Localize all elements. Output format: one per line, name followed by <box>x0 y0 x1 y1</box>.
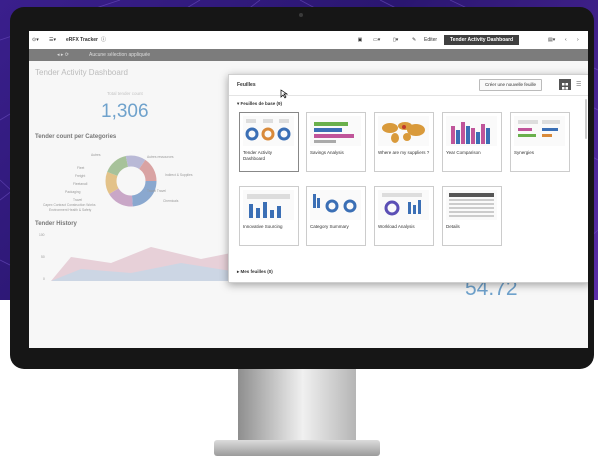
my-sheets-group-label: Mes feuilles (0) <box>240 269 273 274</box>
monitor-stand-neck <box>238 369 356 443</box>
nav-icon[interactable]: ⊙▾ <box>32 35 39 45</box>
story-icon[interactable]: ▭▾ <box>373 35 380 45</box>
category-label: Travel <box>73 198 83 202</box>
current-sheet-button[interactable]: Tender Activity Dashboard <box>444 35 520 45</box>
category-label: Environment Health & Safety <box>49 208 92 212</box>
category-label: Travel Travel <box>147 189 166 193</box>
sheet-label: Synergies <box>514 150 535 155</box>
sheets-panel: Feuilles Créer une nouvelle feuille ☰ ▾ … <box>228 74 588 283</box>
camera <box>299 13 303 17</box>
sheet-thumbnail[interactable]: Category Summary <box>306 186 366 246</box>
sheet-thumbnail[interactable]: Tender Activity Dashboard <box>239 112 299 172</box>
sheet-preview <box>243 190 294 220</box>
category-label: Capex Contract Construction Works <box>43 203 96 207</box>
category-label: Autres ressources <box>147 155 174 159</box>
sheet-thumbnail[interactable]: Innovative Sourcing <box>239 186 299 246</box>
app-title: eRFX Tracker <box>66 37 98 43</box>
sheet-label: Details <box>446 224 460 229</box>
screen: ⊙▾ ☰▾ eRFX Tracker ⓘ ▣ ▭▾ ▯▾ ✎ Editer Te… <box>29 31 588 348</box>
my-sheets-group[interactable]: ▸ Mes feuilles (0) <box>237 269 273 275</box>
sheet-label: Year Comparison <box>446 150 481 155</box>
donut-preview-icon <box>382 193 422 216</box>
sheets-panel-title: Feuilles <box>237 82 256 88</box>
category-label: Packaging <box>65 190 81 194</box>
donut-preview-icon <box>313 194 357 213</box>
table-preview-icon <box>449 193 494 217</box>
snapshot-icon[interactable]: ▣ <box>355 35 365 45</box>
base-sheets-group[interactable]: ▾ Feuilles de base (9) <box>237 101 282 107</box>
bookmark-icon[interactable]: ▯▾ <box>393 35 398 45</box>
history-section-title: Tender History <box>35 221 77 227</box>
kpi-label: Total tender count <box>107 91 143 96</box>
column-preview-icon <box>247 194 290 218</box>
history-ytick: 50 <box>41 255 45 259</box>
category-label: Indirect & Supplies <box>165 173 193 177</box>
sheet-thumbnail[interactable]: Details <box>442 186 502 246</box>
sheets-menu-icon[interactable]: ▤▾ <box>548 35 555 45</box>
column-preview-icon <box>451 122 490 144</box>
base-sheets-group-label: Feuilles de base (9) <box>240 101 283 106</box>
info-icon[interactable]: ⓘ <box>101 35 106 45</box>
pencil-icon[interactable]: ✎ <box>412 35 416 45</box>
bar-preview-icon <box>314 122 354 143</box>
grid-icon <box>562 83 568 90</box>
map-preview-icon <box>382 122 425 143</box>
sheet-preview <box>378 190 429 220</box>
category-label: Fleet <box>77 166 85 170</box>
sheet-thumbnail[interactable]: Year Comparison <box>442 112 502 172</box>
monitor-stand-base <box>214 440 380 456</box>
category-donut[interactable] <box>103 153 159 209</box>
bar-preview-icon <box>518 120 560 137</box>
sheet-preview <box>378 116 429 146</box>
category-label: Fleetanall <box>73 182 88 186</box>
sheet-preview <box>243 116 294 146</box>
category-label: Freight <box>75 174 86 178</box>
sheet-label: Tender Activity Dashboard <box>243 150 273 161</box>
new-sheet-button[interactable]: Créer une nouvelle feuille <box>479 79 543 91</box>
sheet-preview <box>446 116 497 146</box>
sheet-label: Category Summary <box>310 224 349 229</box>
next-sheet-icon[interactable]: › <box>577 35 579 45</box>
selection-tools-icon[interactable]: ◂ ▸ ⟳ <box>57 49 69 61</box>
menu-icon[interactable]: ☰▾ <box>49 35 56 45</box>
sheet-label: Savings Analysis <box>310 150 344 155</box>
mouse-cursor-icon <box>280 89 288 99</box>
sheet-preview <box>514 116 565 146</box>
donut-preview-icon <box>245 119 291 141</box>
monitor-bezel: ⊙▾ ☰▾ eRFX Tracker ⓘ ▣ ▭▾ ▯▾ ✎ Editer Te… <box>10 7 594 369</box>
sheet-preview <box>310 116 361 146</box>
sheet-thumbnail[interactable]: Workload Analysis <box>374 186 434 246</box>
sheet-label: Where are my suppliers ? <box>378 150 430 155</box>
history-ytick: 0 <box>43 277 45 281</box>
selection-bar: ◂ ▸ ⟳ Aucune sélection appliquée <box>29 49 588 61</box>
app-toolbar: ⊙▾ ☰▾ eRFX Tracker ⓘ ▣ ▭▾ ▯▾ ✎ Editer Te… <box>29 31 588 50</box>
prev-sheet-icon[interactable]: ‹ <box>565 35 567 45</box>
edit-label[interactable]: Editer <box>424 35 437 45</box>
sheet-preview <box>310 190 361 220</box>
dashboard-title: Tender Activity Dashboard <box>35 68 128 77</box>
grid-view-button[interactable] <box>559 79 571 90</box>
sheet-label: Innovative Sourcing <box>243 224 283 229</box>
sheet-thumbnail[interactable]: Where are my suppliers ? <box>374 112 434 172</box>
sheet-label: Workload Analysis <box>378 224 415 229</box>
list-view-icon[interactable]: ☰ <box>576 81 581 88</box>
history-ytick: 100 <box>39 233 45 237</box>
category-label: Autres <box>91 153 101 157</box>
kpi-value: 1,306 <box>101 101 149 122</box>
sheet-preview <box>446 190 497 220</box>
category-section-title: Tender count per Categories <box>35 134 117 140</box>
sheet-thumbnail[interactable]: Synergies <box>510 112 570 172</box>
scrollbar[interactable] <box>585 99 587 139</box>
selection-status: Aucune sélection appliquée <box>89 52 151 58</box>
category-label: Chemicals <box>163 199 179 203</box>
sheet-thumbnail[interactable]: Savings Analysis <box>306 112 366 172</box>
